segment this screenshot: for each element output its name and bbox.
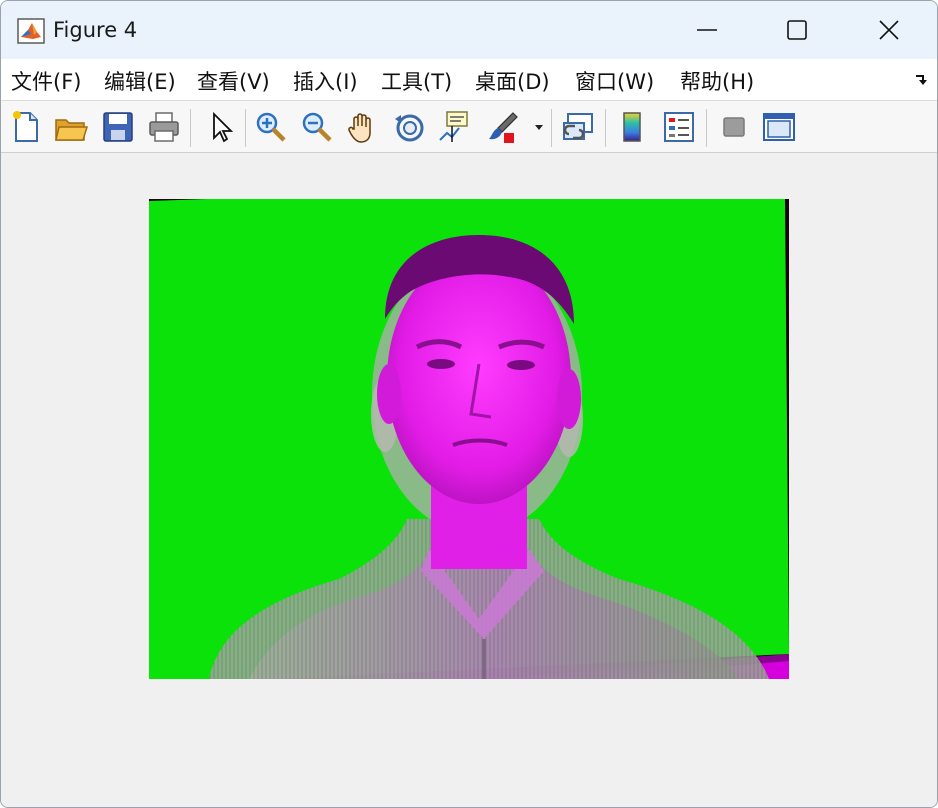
window-title: Figure 4 [53,18,138,42]
brush-dropdown-button[interactable] [531,109,547,145]
brush-button[interactable] [485,109,521,145]
maximize-button[interactable] [751,1,843,59]
hide-plot-tools-button[interactable] [716,109,752,145]
link-plot-icon [563,113,593,140]
menu-insert[interactable]: 插入(I) [293,66,358,96]
menu-help[interactable]: 帮助(H) [680,66,754,96]
pan-button[interactable] [345,109,381,145]
menu-file[interactable]: 文件(F) [11,66,81,96]
data-cursor-button[interactable] [437,109,473,145]
figure-toolbar [1,101,937,153]
legend-button[interactable] [661,109,697,145]
figure-window: Figure 4 文件(F) 编辑(E) 查看(V) 插入(I) 工具(T) 桌… [0,0,938,808]
colorbar-icon [623,112,641,142]
image-axes[interactable] [149,199,789,679]
new-figure-icon [13,111,38,142]
select-arrow-icon [213,111,234,143]
pan-hand-icon [348,113,371,143]
show-plot-tools-icon [763,113,795,141]
figure-canvas[interactable] [1,153,937,807]
rotate-3d-button[interactable] [391,109,427,145]
brush-dropdown-icon [535,125,543,130]
new-figure-button[interactable] [8,109,44,145]
open-file-icon [55,119,89,141]
menu-tools[interactable]: 工具(T) [381,66,452,96]
toolbar-separator [706,109,707,147]
hide-plot-tools-icon [723,117,745,137]
matlab-logo-icon [17,18,45,44]
show-plot-tools-button[interactable] [761,109,797,145]
zoom-out-icon [302,112,332,142]
save-icon [103,112,133,142]
menu-bar: 文件(F) 编辑(E) 查看(V) 插入(I) 工具(T) 桌面(D) 窗口(W… [1,59,937,101]
registered-image [149,199,789,679]
open-file-button[interactable] [53,109,89,145]
close-icon [879,20,899,40]
close-button[interactable] [843,1,935,59]
zoom-in-button[interactable] [253,109,289,145]
menu-desktop[interactable]: 桌面(D) [475,66,550,96]
toolbar-separator [190,109,191,147]
menu-expand-icon[interactable] [913,71,931,89]
print-icon [149,112,179,142]
menu-edit[interactable]: 编辑(E) [104,66,176,96]
zoom-in-icon [256,112,286,142]
edit-plot-button[interactable] [203,109,239,145]
data-cursor-icon [439,111,468,142]
brush-icon [489,112,518,143]
menu-window[interactable]: 窗口(W) [575,66,654,96]
colorbar-button[interactable] [615,109,651,145]
zoom-out-button[interactable] [299,109,335,145]
maximize-icon [787,20,807,40]
minimize-icon [697,29,717,31]
toolbar-separator [245,109,246,147]
save-button[interactable] [100,109,136,145]
title-bar[interactable]: Figure 4 [1,1,937,59]
toolbar-separator [551,109,552,147]
link-plot-button[interactable] [561,109,597,145]
minimize-button[interactable] [661,1,753,59]
print-button[interactable] [146,109,182,145]
rotate-3d-icon [395,114,424,142]
toolbar-separator [605,109,606,147]
legend-icon [664,112,694,142]
menu-view[interactable]: 查看(V) [197,66,270,96]
